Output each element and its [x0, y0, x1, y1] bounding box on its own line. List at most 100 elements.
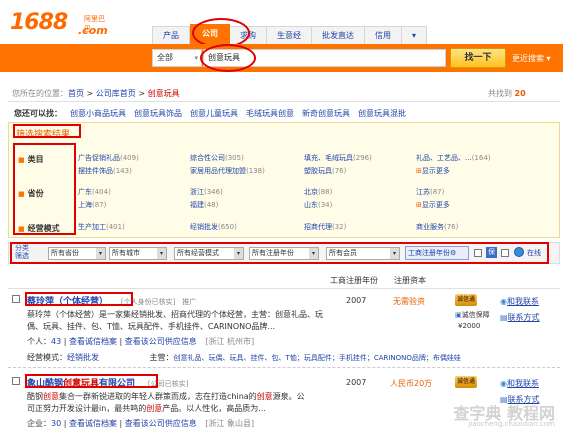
facet-item[interactable]: 生产加工(401) — [78, 222, 125, 232]
facet-item[interactable]: 北京(88) — [304, 187, 332, 197]
chevron-down-icon: ▾ — [309, 248, 318, 259]
related-search-link[interactable]: 创意玩具饰品 — [134, 108, 182, 119]
chengxintong-badge-icon: 诚信通 — [455, 294, 477, 306]
guarantee-badge: ▣诚信保障 — [455, 311, 490, 319]
listing-checkbox[interactable] — [12, 377, 20, 385]
supply-info-link[interactable]: 查看该公司供应信息 — [125, 337, 197, 346]
listing-checkbox[interactable] — [12, 295, 20, 303]
related-searches: 您还可以找： 创意小商品玩具 创意玩具饰品 创意儿童玩具 毛绒玩具创意 新奇创意… — [14, 108, 406, 119]
chevron-down-icon: ▾ — [194, 54, 198, 62]
listing-stats: 个人：43 | 查看诚信档案 | 查看该公司供应信息 [浙江 杭州市] — [27, 337, 255, 346]
facet-label-category: 类目 — [18, 154, 44, 165]
online-icon — [514, 247, 524, 257]
facet-item[interactable]: 广告促销礼品(409) — [78, 153, 139, 163]
facet-item[interactable]: 浙江(346) — [190, 187, 223, 197]
logo-number: 1688 — [10, 10, 68, 35]
facet-item[interactable]: 福建(48) — [190, 200, 218, 210]
facet-label-bizmode: 经营模式 — [18, 223, 60, 234]
facet-item[interactable]: 综合性公司(305) — [190, 153, 244, 163]
facet-item[interactable]: 礼品、工艺品、...(164) — [416, 153, 491, 163]
breadcrumb: 您所在的位置：首页 > 公司库首页 > 创意玩具 — [12, 89, 180, 98]
contact-info-link[interactable]: ▤联系方式 — [500, 312, 540, 323]
facet-item[interactable]: 商业服务(76) — [416, 222, 458, 232]
related-search-link[interactable]: 创意儿童玩具 — [190, 108, 238, 119]
checkbox-filter-2[interactable] — [501, 249, 509, 257]
checkbox-filter-1[interactable] — [474, 249, 482, 257]
tab-product[interactable]: 产品 — [152, 26, 190, 44]
listing-description: 蔡玲萍（个体经营）是一家集经销批发、招商代理的个体经营，主营：创意礼品、玩 偶、… — [27, 310, 323, 331]
facet-item[interactable]: 摆挂件饰品(143) — [78, 166, 132, 176]
divider — [8, 367, 560, 368]
listing-capital: 人民币20万 — [390, 379, 433, 388]
breadcrumb-company-lib[interactable]: 公司库首页 — [96, 89, 136, 98]
chevron-down-icon: ▾ — [96, 248, 105, 259]
province-select[interactable]: 所有省份 ▾ — [48, 247, 106, 260]
related-search-link[interactable]: 毛绒玩具创意 — [246, 108, 294, 119]
facet-label-province: 省份 — [18, 188, 44, 199]
related-search-link[interactable]: 创意玩具混批 — [358, 108, 406, 119]
annotation-box-title — [13, 124, 81, 138]
breadcrumb-current: 创意玩具 — [147, 89, 180, 98]
member-select[interactable]: 所有会员 ▾ — [326, 247, 400, 260]
related-search-link[interactable]: 创意小商品玩具 — [70, 108, 126, 119]
listing-description: 酷钢创意集合一群新锐进取的年轻人群策而成，志在打造china的创意源泉。公 司正… — [27, 392, 305, 413]
credit-archive-link[interactable]: 查看诚信档案 — [69, 419, 117, 428]
filter-bar-label: 分类 筛选 — [15, 244, 29, 260]
filter-panel — [8, 122, 560, 238]
chevron-down-icon: ▾ — [390, 248, 399, 259]
online-label: 在线 — [527, 249, 541, 257]
result-count: 共找到 20 — [488, 89, 526, 98]
tab-more-dropdown[interactable]: ▾ — [402, 26, 428, 44]
chengxintong-badge-icon: 诚信通 — [455, 376, 477, 388]
divider — [8, 288, 560, 289]
logo-com: .com — [78, 24, 108, 37]
annotation-box-listing1 — [25, 292, 133, 306]
related-search-link[interactable]: 新奇创意玩具 — [302, 108, 350, 119]
listing-mode-row: 经营模式：经销批发 主营：创意礼品、玩偶、玩具、挂件、包、T恤；玩具配件；手机挂… — [27, 353, 461, 362]
listing-capital: 无需验资 — [393, 297, 425, 306]
col-reg-year: 工商注册年份 — [330, 276, 378, 285]
badge-icon: 保 — [486, 247, 497, 258]
col-reg-capital: 注册资本 — [394, 276, 426, 285]
credit-archive-link[interactable]: 查看诚信档案 — [69, 337, 117, 346]
facet-item[interactable]: 江苏(87) — [416, 187, 444, 197]
facet-item[interactable]: 塑胶玩具(76) — [304, 166, 346, 176]
chat-icon: ◉ — [500, 379, 507, 388]
regyear-button[interactable]: 工商注册年份⚙ — [405, 246, 469, 260]
regyear-select[interactable]: 所有注册年份 ▾ — [249, 247, 319, 260]
show-more-provinces[interactable]: ⊞显示更多 — [416, 200, 450, 210]
contact-me-link[interactable]: ◉和我联系 — [500, 296, 539, 307]
listing-year: 2007 — [346, 296, 367, 305]
divider — [8, 101, 560, 102]
facet-item[interactable]: 上海(87) — [78, 200, 106, 210]
shield-icon: ▣ — [455, 311, 462, 319]
search-category-select[interactable]: 全部 ▾ — [152, 49, 202, 67]
chat-icon: ◉ — [500, 297, 507, 306]
show-more-categories[interactable]: ⊞显示更多 — [416, 166, 450, 176]
chevron-down-icon: ▾ — [234, 248, 243, 259]
supply-info-link[interactable]: 查看该公司供应信息 — [125, 419, 197, 428]
city-select[interactable]: 所有城市 ▾ — [109, 247, 167, 260]
facet-item[interactable]: 广东(404) — [78, 187, 111, 197]
watermark-url: jiaocheng.chazidian.com — [468, 420, 555, 428]
search-button[interactable]: 找一下 — [450, 48, 506, 68]
tab-business[interactable]: 生意经 — [267, 26, 312, 44]
facet-item[interactable]: 经销批发(650) — [190, 222, 237, 232]
listing-stats: 企业：30 | 查看诚信档案 | 查看该公司供应信息 [浙江 象山县] — [27, 419, 255, 428]
tab-wholesale[interactable]: 批发直达 — [312, 26, 365, 44]
logo[interactable]: 1688 阿里巴巴 .com — [10, 10, 110, 42]
breadcrumb-home[interactable]: 首页 — [68, 89, 84, 98]
card-icon: ▤ — [500, 313, 508, 322]
advanced-search-link[interactable]: 更近搜索 ▾ — [512, 53, 551, 64]
facet-item[interactable]: 家居用品代理加盟(138) — [190, 166, 265, 176]
contact-me-link[interactable]: ◉和我联系 — [500, 378, 539, 389]
tab-credit[interactable]: 信用 — [365, 26, 402, 44]
facet-item[interactable]: 填充、毛绒玩具(296) — [304, 153, 372, 163]
gear-icon: ⚙ — [450, 249, 457, 257]
chevron-down-icon: ▾ — [157, 248, 166, 259]
bizmode-select[interactable]: 所有经营模式 ▾ — [174, 247, 244, 260]
facet-item[interactable]: 山东(34) — [304, 200, 332, 210]
search-category-value: 全部 — [157, 53, 173, 62]
annotation-box-listing2 — [25, 374, 158, 388]
facet-item[interactable]: 招商代理(32) — [304, 222, 346, 232]
